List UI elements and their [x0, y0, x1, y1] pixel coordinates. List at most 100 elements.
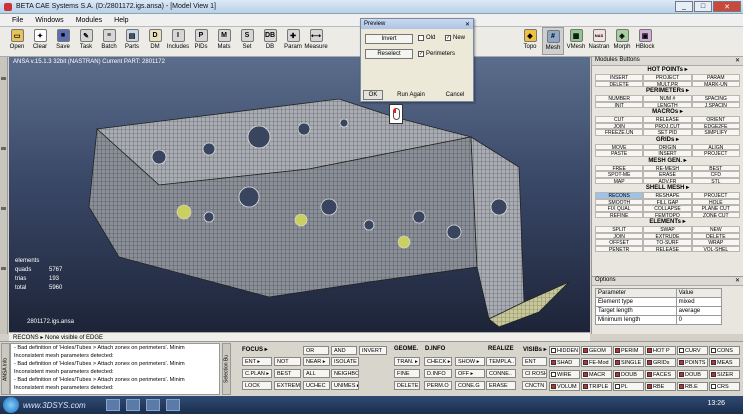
- perimeters-checkbox[interactable]: ✓ Perimeters: [418, 51, 455, 57]
- visib-single-toggle[interactable]: SINGLE: [613, 358, 644, 367]
- realize-coneg-button[interactable]: CONE.G: [455, 381, 485, 390]
- dinfo-permo-button[interactable]: PERM.O: [424, 381, 452, 390]
- focus-isolate-button[interactable]: ISOLATE: [331, 357, 359, 366]
- visib-ent-button[interactable]: ENT: [522, 357, 547, 366]
- module-button[interactable]: INIT: [595, 101, 644, 108]
- toolbar-topo-button[interactable]: ◆ Topo: [519, 27, 541, 55]
- module-button[interactable]: INSERT: [643, 150, 692, 157]
- visib-wire-toggle[interactable]: WIRE: [549, 370, 580, 379]
- visib-volum-toggle[interactable]: VOLUM: [549, 382, 580, 391]
- focus-extrem-button[interactable]: EXTREM: [274, 381, 301, 390]
- menu-file[interactable]: File: [12, 17, 23, 24]
- ok-button[interactable]: OK: [363, 90, 383, 100]
- visib-geom-toggle[interactable]: GEOM: [581, 346, 612, 355]
- toolbar-includes-button[interactable]: I Includes: [167, 27, 189, 55]
- old-checkbox[interactable]: Old: [418, 35, 435, 41]
- new-checkbox-box[interactable]: ✓: [445, 35, 451, 41]
- visib-hidden-toggle[interactable]: HIDDEN: [549, 346, 580, 355]
- realize-show-button[interactable]: SHOW ▸: [455, 357, 485, 366]
- selection-buttons-tab[interactable]: Selection Bu: [222, 343, 231, 395]
- focus-near-button[interactable]: NEAR ▸: [303, 357, 330, 366]
- visib-shad-toggle[interactable]: SHAD: [549, 358, 580, 367]
- focus-best-button[interactable]: BEST: [274, 369, 301, 378]
- visib-meas-toggle[interactable]: MEAS: [709, 358, 740, 367]
- module-button[interactable]: DELETE: [595, 80, 644, 87]
- realize-conne-button[interactable]: CONNE..: [486, 369, 516, 378]
- options-row[interactable]: Minimum length 0: [595, 315, 723, 325]
- toolbar-parts-button[interactable]: ▤ Parts: [121, 27, 143, 55]
- visib-doub-toggle[interactable]: DOUB: [677, 370, 708, 379]
- focus-uchec-button[interactable]: UCHEC: [303, 381, 330, 390]
- toolbar-open-button[interactable]: ▭ Open: [6, 27, 28, 55]
- module-button[interactable]: ADV.FR: [643, 177, 692, 184]
- focus-neighbo-button[interactable]: NEIGHBO: [331, 369, 359, 378]
- options-row[interactable]: Element type mixed: [595, 297, 723, 307]
- module-group-title[interactable]: SHELL MESH ▸: [595, 185, 740, 192]
- minimize-button[interactable]: _: [675, 1, 693, 12]
- reselect-button[interactable]: Reselect: [365, 49, 413, 59]
- options-row[interactable]: Target length average: [595, 306, 723, 316]
- visib-cirosh-button[interactable]: CI ROSH: [522, 369, 547, 378]
- toolbar-clear-button[interactable]: ✦ Clear: [29, 27, 51, 55]
- focus-cplan-button[interactable]: C.PLAN ▸: [242, 369, 272, 378]
- visib-triple-toggle[interactable]: TRIPLE: [581, 382, 612, 391]
- module-group-title[interactable]: ELEMENTs ▸: [595, 219, 740, 226]
- visib-cnctn-button[interactable]: CNCTN: [522, 381, 547, 390]
- new-checkbox[interactable]: ✓ New: [445, 35, 465, 41]
- module-button[interactable]: ZONE CUT: [691, 211, 740, 218]
- module-group-title[interactable]: GRIDs ▸: [595, 137, 740, 144]
- toolbar-mats-button[interactable]: M Mats: [213, 27, 235, 55]
- toolbar-param-button[interactable]: ✚ Param: [282, 27, 304, 55]
- toolbar-save-button[interactable]: ■ Save: [52, 27, 74, 55]
- visib-curv-toggle[interactable]: CURV: [677, 346, 708, 355]
- module-button[interactable]: J.SPACIN: [691, 101, 740, 108]
- geom-fine-button[interactable]: FINE: [394, 369, 420, 378]
- module-button[interactable]: PROJECT: [691, 150, 740, 157]
- toolbar-measure-button[interactable]: ⟷ Measure: [304, 27, 328, 55]
- preview-title-bar[interactable]: Preview ✕: [361, 19, 473, 29]
- visib-hotp-toggle[interactable]: HOT P: [645, 346, 676, 355]
- option-value-select[interactable]: mixed: [675, 297, 723, 307]
- visib-points-toggle[interactable]: POINTS: [677, 358, 708, 367]
- module-button[interactable]: MARK-UN: [691, 80, 740, 87]
- visib-grids-toggle[interactable]: GRIDs: [645, 358, 676, 367]
- menu-windows[interactable]: Windows: [35, 17, 63, 24]
- toolbar-nastran-button[interactable]: NAS Nastran: [588, 27, 610, 55]
- toolbar-pids-button[interactable]: P PIDs: [190, 27, 212, 55]
- toolbar-vmesh-button[interactable]: ▦ VMesh: [565, 27, 587, 55]
- module-button[interactable]: PENETR: [595, 245, 644, 252]
- toolbar-set-button[interactable]: S Set: [236, 27, 258, 55]
- run-again-button[interactable]: Run Again: [391, 90, 431, 100]
- toolbar-batch-button[interactable]: ≡ Batch: [98, 27, 120, 55]
- mesh-model[interactable]: [9, 57, 590, 332]
- focus-ent-button[interactable]: ENT ▸: [242, 357, 272, 366]
- focus-and-button[interactable]: AND: [331, 346, 357, 355]
- ansa-info-tab[interactable]: ANSA Info: [1, 343, 10, 395]
- realize-templa-button[interactable]: TEMPLA..: [486, 357, 516, 366]
- dinfo-check-button[interactable]: CHECK ▸: [424, 357, 452, 366]
- focus-or-button[interactable]: OR: [303, 346, 329, 355]
- visib-crs-toggle[interactable]: CRS: [709, 382, 740, 391]
- old-checkbox-box[interactable]: [418, 35, 424, 41]
- cancel-button[interactable]: Cancel: [439, 90, 471, 100]
- module-button[interactable]: PASTE: [595, 150, 644, 157]
- toolbar-task-button[interactable]: ✎ Task: [75, 27, 97, 55]
- visib-cons-toggle[interactable]: CONS: [709, 346, 740, 355]
- menu-help[interactable]: Help: [114, 17, 128, 24]
- focus-not-button[interactable]: NOT: [274, 357, 301, 366]
- toolbar-morph-button[interactable]: ◈ Morph: [611, 27, 633, 55]
- module-group-title[interactable]: HOT POINTs ▸: [595, 67, 740, 74]
- module-button[interactable]: STL: [691, 177, 740, 184]
- maximize-button[interactable]: □: [694, 1, 712, 12]
- realize-off-button[interactable]: OFF ▸: [455, 369, 485, 378]
- option-value-input[interactable]: 0: [675, 315, 723, 325]
- options-panel-close-icon[interactable]: ✕: [735, 277, 740, 285]
- module-button[interactable]: MULT.PR: [643, 80, 692, 87]
- visib-doub-toggle[interactable]: DOUB: [613, 370, 644, 379]
- visib-rbe-toggle[interactable]: RBE: [645, 382, 676, 391]
- taskbar-app-icon[interactable]: [145, 399, 160, 411]
- toolbar-dm-button[interactable]: D DM: [144, 27, 166, 55]
- invert-button[interactable]: Invert: [365, 34, 413, 44]
- focus-lock-button[interactable]: LOCK: [242, 381, 272, 390]
- module-button[interactable]: SET PID: [643, 129, 692, 136]
